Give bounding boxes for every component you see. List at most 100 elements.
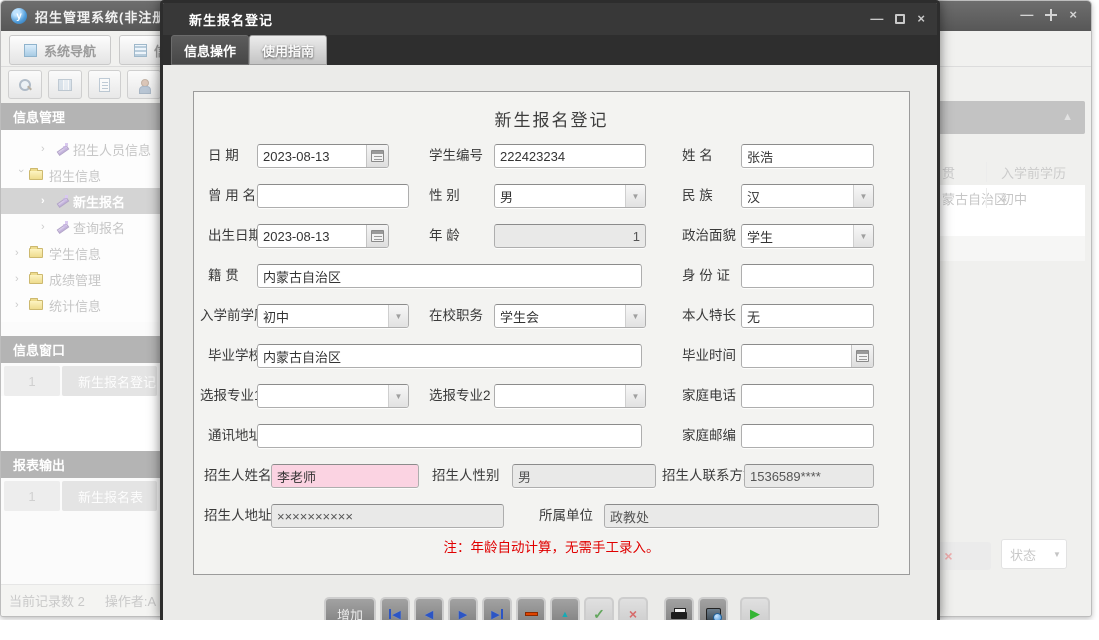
- name-input[interactable]: [742, 145, 873, 167]
- info-window-item[interactable]: 1 新生报名登记: [4, 366, 157, 396]
- grad-school-input[interactable]: [258, 345, 641, 367]
- delete-record-button[interactable]: [516, 597, 546, 620]
- home-phone-label: 家庭电话: [682, 384, 736, 408]
- school-duty-select[interactable]: 学生会 ▼: [494, 304, 646, 328]
- grad-time-field[interactable]: [741, 344, 874, 368]
- tree-item-grade-mgmt[interactable]: › 成绩管理: [1, 266, 160, 292]
- tab-info-operation[interactable]: 信息操作: [171, 35, 249, 65]
- tree-item-query-registration[interactable]: › 查询报名: [1, 214, 160, 240]
- last-record-button[interactable]: ▶: [482, 597, 512, 620]
- tree-item-new-registration[interactable]: › 新生报名: [1, 188, 160, 214]
- date-input[interactable]: [258, 145, 366, 167]
- collapse-icon[interactable]: ▲: [1062, 111, 1073, 123]
- user-button[interactable]: [127, 70, 161, 99]
- close-icon[interactable]: ×: [1069, 8, 1077, 22]
- name-field[interactable]: [741, 144, 874, 168]
- play-icon: ▶: [750, 606, 760, 620]
- home-phone-input[interactable]: [742, 385, 873, 407]
- chevron-down-icon[interactable]: ▼: [853, 225, 873, 247]
- print-button[interactable]: [664, 597, 694, 620]
- confirm-button[interactable]: ✓: [584, 597, 614, 620]
- main-window-title: 招生管理系统(非注册: [35, 7, 166, 26]
- calendar-button[interactable]: [366, 225, 388, 247]
- chevron-down-icon[interactable]: ▼: [388, 385, 408, 407]
- sidebar-section-info-mgmt: 信息管理: [1, 103, 160, 130]
- recruiter-address-field: [271, 504, 504, 528]
- ethnic-value: 汉: [742, 187, 853, 206]
- major1-select[interactable]: ▼: [257, 384, 409, 408]
- calendar-button[interactable]: [366, 145, 388, 167]
- home-phone-field[interactable]: [741, 384, 874, 408]
- minimize-icon[interactable]: —: [870, 12, 883, 25]
- gender-label: 性 别: [429, 184, 460, 208]
- native-place-field[interactable]: [257, 264, 642, 288]
- restore-icon[interactable]: [1045, 9, 1057, 21]
- home-zip-input[interactable]: [742, 425, 873, 447]
- maximize-icon[interactable]: [895, 14, 905, 24]
- former-name-input[interactable]: [258, 185, 408, 207]
- former-name-field[interactable]: [257, 184, 409, 208]
- run-button[interactable]: ▶: [740, 597, 770, 620]
- political-select[interactable]: 学生 ▼: [741, 224, 874, 248]
- address-field[interactable]: [257, 424, 642, 448]
- folder-icon: [29, 170, 43, 180]
- recruiter-name-field[interactable]: [271, 464, 419, 488]
- student-id-input[interactable]: [495, 145, 645, 167]
- next-record-button[interactable]: ▶: [448, 597, 478, 620]
- ethnic-select[interactable]: 汉 ▼: [741, 184, 874, 208]
- student-id-label: 学生编号: [429, 144, 483, 168]
- gender-select[interactable]: 男 ▼: [494, 184, 646, 208]
- age-auto-note: 注：年龄自动计算，无需手工录入。: [194, 536, 909, 556]
- close-icon[interactable]: ×: [917, 12, 925, 25]
- minimize-icon[interactable]: —: [1020, 8, 1033, 22]
- search-button[interactable]: [8, 70, 42, 99]
- chevron-down-icon[interactable]: ▼: [625, 385, 645, 407]
- major2-select[interactable]: ▼: [494, 384, 646, 408]
- chevron-down-icon[interactable]: ▼: [625, 305, 645, 327]
- birth-date-field[interactable]: [257, 224, 389, 248]
- date-label: 日 期: [208, 144, 239, 168]
- grad-school-label: 毕业学校: [208, 344, 262, 368]
- birth-date-input[interactable]: [258, 225, 366, 247]
- document-button[interactable]: [88, 70, 122, 99]
- columns-button[interactable]: [48, 70, 82, 99]
- first-record-button[interactable]: ◀: [380, 597, 410, 620]
- tree-item-admission-info[interactable]: › 招生信息: [1, 162, 160, 188]
- date-field[interactable]: [257, 144, 389, 168]
- add-button[interactable]: 增加: [324, 597, 376, 620]
- grad-time-input[interactable]: [742, 345, 851, 367]
- native-place-input[interactable]: [258, 265, 641, 287]
- home-zip-field[interactable]: [741, 424, 874, 448]
- address-input[interactable]: [258, 425, 641, 447]
- chevron-down-icon[interactable]: ▼: [853, 185, 873, 207]
- tab-user-guide[interactable]: 使用指南: [249, 35, 327, 65]
- dialog-tabbar: 信息操作 使用指南: [163, 35, 937, 65]
- tree-item-label: 招生信息: [49, 166, 101, 185]
- cell-pre-education: 初中: [1001, 189, 1027, 208]
- cancel-button[interactable]: ×: [618, 597, 648, 620]
- chevron-down-icon[interactable]: ▼: [388, 305, 408, 327]
- specialty-field[interactable]: [741, 304, 874, 328]
- recruiter-gender-input: [513, 465, 655, 487]
- specialty-input[interactable]: [742, 305, 873, 327]
- tree-item-label: 新生报名: [73, 192, 125, 211]
- status-dropdown[interactable]: 状态 ▼: [1001, 539, 1067, 569]
- prev-record-button[interactable]: ◀: [414, 597, 444, 620]
- calendar-button[interactable]: [851, 345, 873, 367]
- grad-school-field[interactable]: [257, 344, 642, 368]
- tree-item-student-info[interactable]: › 学生信息: [1, 240, 160, 266]
- export-button[interactable]: [698, 597, 728, 620]
- up-button[interactable]: ▲: [550, 597, 580, 620]
- chevron-down-icon: ›: [15, 169, 27, 181]
- chevron-down-icon[interactable]: ▼: [625, 185, 645, 207]
- recruiter-name-input[interactable]: [272, 465, 418, 487]
- wand-icon: [55, 195, 68, 208]
- id-card-input[interactable]: [742, 265, 873, 287]
- student-id-field[interactable]: [494, 144, 646, 168]
- pre-education-select[interactable]: 初中 ▼: [257, 304, 409, 328]
- report-item[interactable]: 1 新生报名表: [4, 481, 157, 511]
- id-card-field[interactable]: [741, 264, 874, 288]
- tree-item-recruiter-info[interactable]: › 招生人员信息: [1, 136, 160, 162]
- tab-system-nav[interactable]: 系统导航: [9, 35, 111, 65]
- tree-item-statistics[interactable]: › 统计信息: [1, 292, 160, 318]
